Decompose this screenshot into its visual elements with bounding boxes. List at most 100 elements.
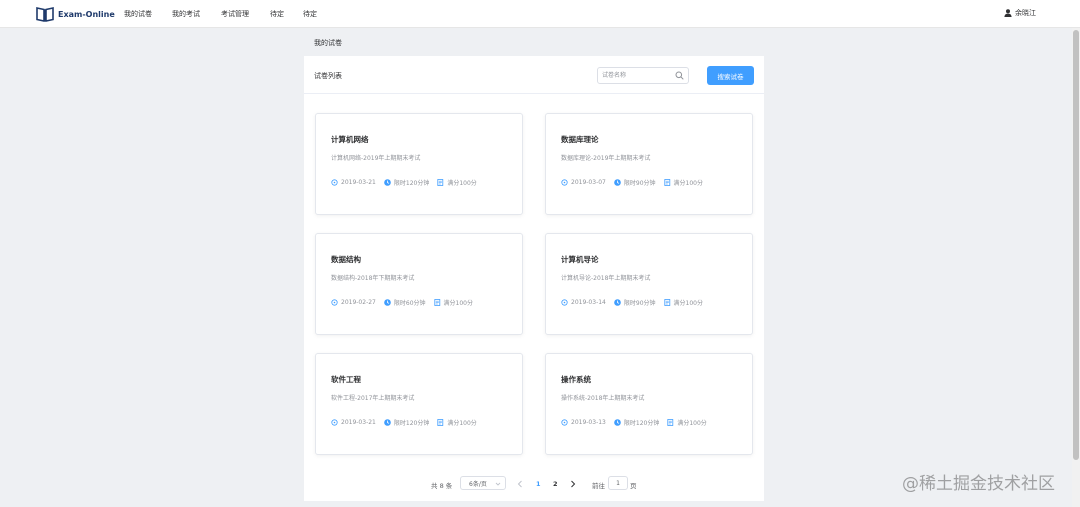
brand-logo[interactable]: Exam-Online (36, 5, 115, 23)
brand-name: Exam-Online (58, 9, 115, 19)
page-size-value: 6条/页 (469, 480, 487, 488)
paper-duration: 限时90分钟 (614, 178, 656, 187)
paper-card[interactable]: 数据结构 数据结构-2018年下期期末考试 2019-02-27 限时60分钟 满分10… (315, 233, 523, 335)
nav-item-tbd-1[interactable]: 待定 (270, 9, 284, 19)
page-size-select[interactable]: 6条/页 (460, 476, 506, 490)
paper-duration: 限时120分钟 (384, 178, 429, 187)
paper-title: 计算机导论 (561, 255, 599, 264)
paper-description: 计算机网络-2019年上期期末考试 (331, 155, 421, 162)
goto-label: 前往 (592, 482, 605, 490)
panel-title: 试卷列表 (314, 72, 342, 80)
page-scrollbar[interactable] (1072, 28, 1080, 507)
nav-item-my-papers[interactable]: 我的试卷 (124, 9, 152, 19)
paper-duration: 限时120分钟 (614, 418, 659, 427)
next-page-icon[interactable] (570, 480, 576, 488)
paper-score: 满分100分 (437, 178, 477, 187)
paper-date-text: 2019-03-21 (341, 419, 376, 426)
calendar-icon (331, 299, 338, 306)
paper-date: 2019-03-14 (561, 299, 606, 306)
search-box (597, 67, 689, 84)
paper-duration-text: 限时90分钟 (623, 180, 656, 187)
paper-duration-text: 限时60分钟 (393, 300, 426, 307)
document-score-icon (437, 179, 444, 186)
prev-page-icon[interactable] (517, 480, 523, 488)
paper-date: 2019-02-27 (331, 299, 376, 306)
user-menu[interactable]: 余晓江 (1004, 8, 1036, 18)
paper-card[interactable]: 计算机网络计算机网络-2019年上期期末考试 2019-03-21 限时120分钟 满… (315, 113, 523, 215)
paper-card[interactable]: 数据库理论数据库理论-2019年上期期末考试 2019-03-07 限时90分钟 满分… (545, 113, 753, 215)
document-score-icon (663, 299, 670, 306)
paper-card[interactable]: 软件工程 软件工程-2017年上期期末考试 2019-03-21 限时120分钟 满分1… (315, 353, 523, 455)
open-book-icon (36, 7, 54, 22)
nav-item-exam-management[interactable]: 考试管理 (221, 9, 249, 19)
scrollbar-thumb[interactable] (1073, 30, 1079, 460)
document-score-icon (433, 299, 440, 306)
paper-meta: 2019-03-07 限时90分钟 满分100分 (561, 178, 711, 187)
paper-description: 软件工程-2017年上期期末考试 (331, 395, 415, 402)
paper-score: 满分100分 (663, 298, 703, 307)
user-name: 余晓江 (1015, 9, 1036, 17)
paper-list-panel: 试卷列表 搜索试卷 计算机网络计算机网络-2019年上期期末考试 2019-03-… (304, 56, 764, 501)
paper-date-text: 2019-03-07 (571, 179, 606, 186)
paper-title: 计算机网络 (331, 135, 369, 144)
paper-card[interactable]: 操作系统操作系统-2018年上期期末考试 2019-03-13 限时120分钟 满分1… (545, 353, 753, 455)
paper-score-text: 满分100分 (447, 180, 477, 187)
document-score-icon (437, 419, 444, 426)
top-navbar: Exam-Online 我的试卷 我的考试 考试管理 待定 待定 余晓江 (0, 0, 1080, 28)
clock-icon (614, 299, 621, 306)
document-score-icon (667, 419, 674, 426)
pagination: 共 8 条 6条/页 1 2 前往 1 页 (304, 476, 764, 492)
goto-page-input[interactable]: 1 (608, 476, 628, 490)
paper-title: 数据结构 (331, 255, 361, 264)
paper-meta: 2019-03-21 限时120分钟 满分100分 (331, 178, 485, 187)
paper-date: 2019-03-07 (561, 179, 606, 186)
paper-meta: 2019-03-14 限时90分钟 满分100分 (561, 298, 711, 307)
paper-date-text: 2019-03-13 (571, 419, 606, 426)
paper-title: 数据库理论 (561, 135, 599, 144)
paper-description: 计算机导论-2018年上期期末考试 (561, 275, 651, 282)
paper-score: 满分100分 (437, 418, 477, 427)
paper-date: 2019-03-21 (331, 179, 376, 186)
paper-score-text: 满分100分 (443, 300, 473, 307)
calendar-icon (561, 179, 568, 186)
user-icon (1004, 9, 1012, 17)
page-number-1[interactable]: 1 (536, 480, 541, 488)
paper-duration-text: 限时120分钟 (393, 420, 430, 427)
paper-date-text: 2019-03-14 (571, 299, 606, 306)
clock-icon (384, 419, 391, 426)
paper-description: 操作系统-2018年上期期末考试 (561, 395, 645, 402)
paper-meta: 2019-02-27 限时60分钟 满分100分 (331, 298, 481, 307)
paper-meta: 2019-03-21 限时120分钟 满分100分 (331, 418, 485, 427)
paper-title: 操作系统 (561, 375, 591, 384)
search-input[interactable] (602, 70, 674, 81)
nav-item-tbd-2[interactable]: 待定 (303, 9, 317, 19)
calendar-icon (561, 299, 568, 306)
paper-score-text: 满分100分 (677, 420, 707, 427)
paper-duration-text: 限时90分钟 (623, 300, 656, 307)
panel-header: 试卷列表 搜索试卷 (304, 56, 764, 94)
paper-date-text: 2019-02-27 (341, 299, 376, 306)
paper-score: 满分100分 (433, 298, 473, 307)
pagination-total: 共 8 条 (431, 482, 453, 490)
calendar-icon (331, 419, 338, 426)
clock-icon (614, 179, 621, 186)
paper-score-text: 满分100分 (673, 180, 703, 187)
clock-icon (614, 419, 621, 426)
paper-duration: 限时60分钟 (384, 298, 426, 307)
paper-meta: 2019-03-13 限时120分钟 满分100分 (561, 418, 715, 427)
paper-date: 2019-03-21 (331, 419, 376, 426)
calendar-icon (331, 179, 338, 186)
paper-description: 数据库理论-2019年上期期末考试 (561, 155, 651, 162)
search-paper-button[interactable]: 搜索试卷 (707, 66, 754, 85)
paper-score: 满分100分 (663, 178, 703, 187)
page-number-2[interactable]: 2 (553, 480, 558, 488)
clock-icon (384, 299, 391, 306)
search-icon[interactable] (675, 71, 684, 80)
paper-card[interactable]: 计算机导论计算机导论-2018年上期期末考试 2019-03-14 限时90分钟 满分… (545, 233, 753, 335)
paper-score-text: 满分100分 (447, 420, 477, 427)
watermark-text: @稀土掘金技术社区 (902, 474, 1055, 494)
nav-item-my-exams[interactable]: 我的考试 (172, 9, 200, 19)
page-title: 我的试卷 (314, 39, 342, 47)
paper-duration-text: 限时120分钟 (393, 180, 430, 187)
paper-score: 满分100分 (667, 418, 707, 427)
